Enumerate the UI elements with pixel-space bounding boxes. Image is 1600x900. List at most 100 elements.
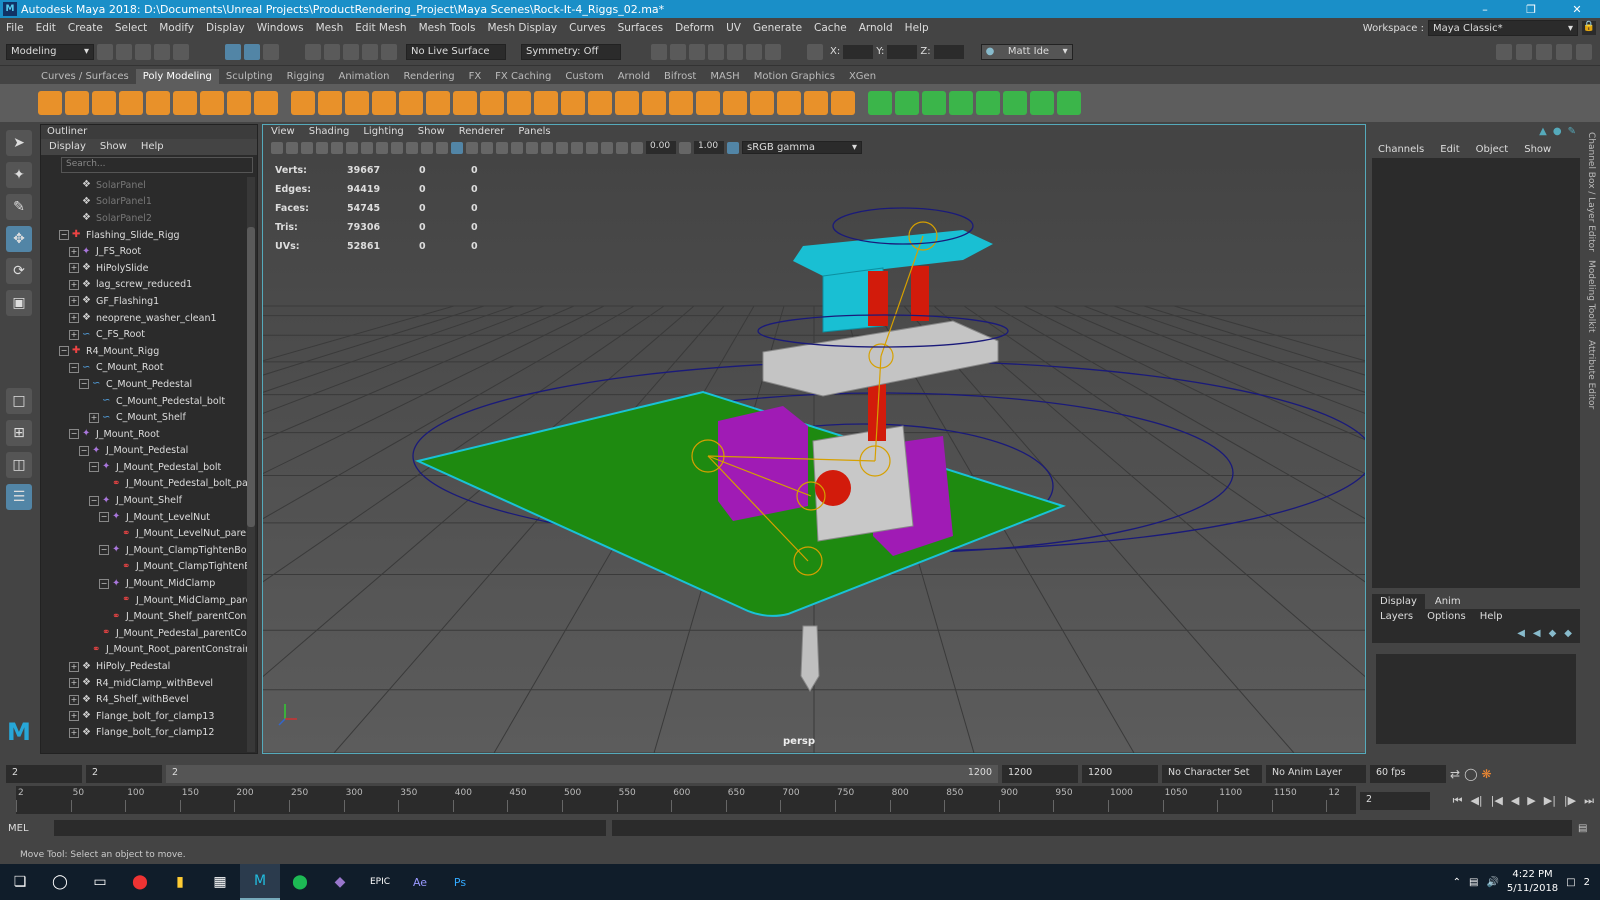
layer-menu-layers[interactable]: Layers bbox=[1380, 611, 1413, 622]
scene-end-field[interactable]: 1200 bbox=[1082, 765, 1158, 783]
anim-layer-select[interactable]: No Anim Layer bbox=[1266, 765, 1366, 783]
shelf-tool-icon[interactable] bbox=[750, 91, 774, 115]
shadows-icon[interactable] bbox=[526, 141, 538, 154]
tray-expand-icon[interactable]: ⌃ bbox=[1453, 877, 1461, 888]
expand-toggle-icon[interactable]: + bbox=[69, 678, 79, 689]
expand-toggle-icon[interactable]: + bbox=[69, 329, 79, 340]
outliner-item[interactable]: ⚭ J_Mount_MidClamp_pare bbox=[41, 592, 247, 609]
exposure-icon[interactable] bbox=[631, 141, 643, 154]
viewport-menu-view[interactable]: View bbox=[271, 126, 295, 138]
workspace-select[interactable]: Maya Classic* ▾ bbox=[1428, 20, 1578, 36]
y-field[interactable] bbox=[887, 44, 918, 59]
menu-surfaces[interactable]: Surfaces bbox=[612, 22, 669, 34]
shelf-tool-icon[interactable] bbox=[895, 91, 919, 115]
view-transform-select[interactable]: sRGB gamma ▾ bbox=[742, 141, 862, 154]
menu-edit-mesh[interactable]: Edit Mesh bbox=[349, 22, 412, 34]
outliner-item[interactable]: + ❖ HiPoly_Pedestal bbox=[41, 658, 247, 675]
outliner-item[interactable]: ⚭ J_Mount_Pedestal_parentCon bbox=[41, 625, 247, 642]
shelf-tool-icon[interactable] bbox=[291, 91, 315, 115]
user-account-select[interactable]: ● Matt Ide ▾ bbox=[980, 43, 1073, 60]
current-frame-field[interactable]: 2 bbox=[1360, 792, 1430, 810]
select-by-hierarchy-icon[interactable] bbox=[225, 43, 241, 60]
render-view-icon[interactable] bbox=[651, 43, 667, 60]
tool-settings-icon[interactable] bbox=[1556, 43, 1572, 60]
outliner-item[interactable]: ❖ SolarPanel bbox=[41, 177, 247, 194]
scale-tool-icon[interactable]: ▣ bbox=[6, 290, 32, 316]
field-chart-icon[interactable] bbox=[391, 141, 403, 154]
shelf-tool-icon[interactable] bbox=[372, 91, 396, 115]
viewport-menu-panels[interactable]: Panels bbox=[518, 126, 550, 138]
smooth-shade-icon[interactable] bbox=[451, 141, 463, 154]
epic-games-icon[interactable]: EPIC bbox=[360, 864, 400, 900]
color-management-icon[interactable] bbox=[727, 141, 739, 154]
menu-deform[interactable]: Deform bbox=[669, 22, 720, 34]
outliner-item[interactable]: ⚭ J_Mount_ClampTightenB bbox=[41, 559, 247, 576]
tool-settings-toggle-icon[interactable]: ✎ bbox=[1568, 126, 1576, 137]
channel-menu-object[interactable]: Object bbox=[1476, 144, 1509, 155]
outliner-menu-display[interactable]: Display bbox=[49, 141, 86, 153]
textured-icon[interactable] bbox=[496, 141, 508, 154]
character-set-select[interactable]: No Character Set bbox=[1162, 765, 1262, 783]
shelf-tool-icon[interactable] bbox=[38, 91, 62, 115]
render-frame-icon[interactable] bbox=[670, 43, 686, 60]
shelf-tool-icon[interactable] bbox=[399, 91, 423, 115]
maya-taskbar-icon[interactable]: M bbox=[240, 864, 280, 900]
shelf-tool-icon[interactable] bbox=[922, 91, 946, 115]
shelf-tab-rigging[interactable]: Rigging bbox=[280, 69, 332, 84]
menu-cache[interactable]: Cache bbox=[808, 22, 853, 34]
menu-file[interactable]: File bbox=[0, 22, 30, 34]
outliner-layout-icon[interactable]: ☰ bbox=[6, 484, 32, 510]
shelf-tab-xgen[interactable]: XGen bbox=[842, 69, 883, 84]
bookmark-icon[interactable] bbox=[301, 141, 313, 154]
loop-icon[interactable]: ⇄ bbox=[1450, 767, 1460, 781]
shelf-tool-icon[interactable] bbox=[696, 91, 720, 115]
isolate-select-icon[interactable] bbox=[586, 141, 598, 154]
attribute-editor-toggle-icon[interactable]: ● bbox=[1553, 126, 1562, 137]
menu-help[interactable]: Help bbox=[899, 22, 935, 34]
expand-toggle-icon[interactable]: − bbox=[99, 512, 109, 523]
exposure-field[interactable]: 0.00 bbox=[646, 141, 676, 154]
undo-icon[interactable] bbox=[154, 43, 170, 60]
outliner-item[interactable]: ⚭ J_Mount_Root_parentConstraint bbox=[41, 642, 247, 659]
select-by-component-icon[interactable] bbox=[263, 43, 279, 60]
shelf-tool-icon[interactable] bbox=[777, 91, 801, 115]
shelf-tool-icon[interactable] bbox=[723, 91, 747, 115]
outliner-menu-help[interactable]: Help bbox=[141, 141, 164, 153]
move-layer-up-icon[interactable]: ◀ bbox=[1517, 628, 1525, 639]
shelf-tool-icon[interactable] bbox=[949, 91, 973, 115]
expand-toggle-icon[interactable]: + bbox=[69, 727, 79, 738]
snap-live-icon[interactable] bbox=[381, 43, 397, 60]
shelf-tool-icon[interactable] bbox=[669, 91, 693, 115]
outliner-item[interactable]: + ❖ Flange_bolt_for_clamp12 bbox=[41, 725, 247, 742]
shelf-tab-curves-surfaces[interactable]: Curves / Surfaces bbox=[34, 69, 136, 84]
shelf-tab-rendering[interactable]: Rendering bbox=[396, 69, 461, 84]
gamma-field[interactable]: 1.00 bbox=[694, 141, 724, 154]
preferences-icon[interactable]: ❋ bbox=[1482, 767, 1492, 781]
outliner-item[interactable]: + ❖ lag_screw_reduced1 bbox=[41, 277, 247, 294]
command-input[interactable] bbox=[54, 820, 606, 836]
expand-toggle-icon[interactable]: − bbox=[89, 495, 99, 506]
shelf-tab-arnold[interactable]: Arnold bbox=[611, 69, 657, 84]
use-all-lights-icon[interactable] bbox=[511, 141, 523, 154]
new-layer-icon[interactable]: ◆ bbox=[1549, 628, 1557, 639]
shelf-tool-icon[interactable] bbox=[534, 91, 558, 115]
outliner-item[interactable]: + ❖ GF_Flashing1 bbox=[41, 293, 247, 310]
grid-toggle-icon[interactable] bbox=[331, 141, 343, 154]
attribute-editor-icon[interactable] bbox=[1536, 43, 1552, 60]
after-effects-icon[interactable]: Ae bbox=[400, 864, 440, 900]
select-tool-icon[interactable]: ➤ bbox=[6, 130, 32, 156]
shelf-tool-icon[interactable] bbox=[1030, 91, 1054, 115]
live-surface-field[interactable]: No Live Surface bbox=[406, 43, 506, 60]
minimize-button[interactable]: – bbox=[1462, 3, 1508, 16]
resolution-gate-icon[interactable] bbox=[361, 141, 373, 154]
close-button[interactable]: ✕ bbox=[1554, 3, 1600, 16]
outliner-search-input[interactable]: Search... bbox=[61, 157, 253, 173]
scene-start-field[interactable]: 2 bbox=[6, 765, 82, 783]
outliner-item[interactable]: − ✦ J_Mount_LevelNut bbox=[41, 509, 247, 526]
menu-uv[interactable]: UV bbox=[720, 22, 747, 34]
hypershade-icon[interactable] bbox=[727, 43, 743, 60]
shelf-tab-bifrost[interactable]: Bifrost bbox=[657, 69, 703, 84]
shelf-tab-poly-modeling[interactable]: Poly Modeling bbox=[135, 69, 219, 84]
shelf-tool-icon[interactable] bbox=[426, 91, 450, 115]
shelf-tool-icon[interactable] bbox=[868, 91, 892, 115]
